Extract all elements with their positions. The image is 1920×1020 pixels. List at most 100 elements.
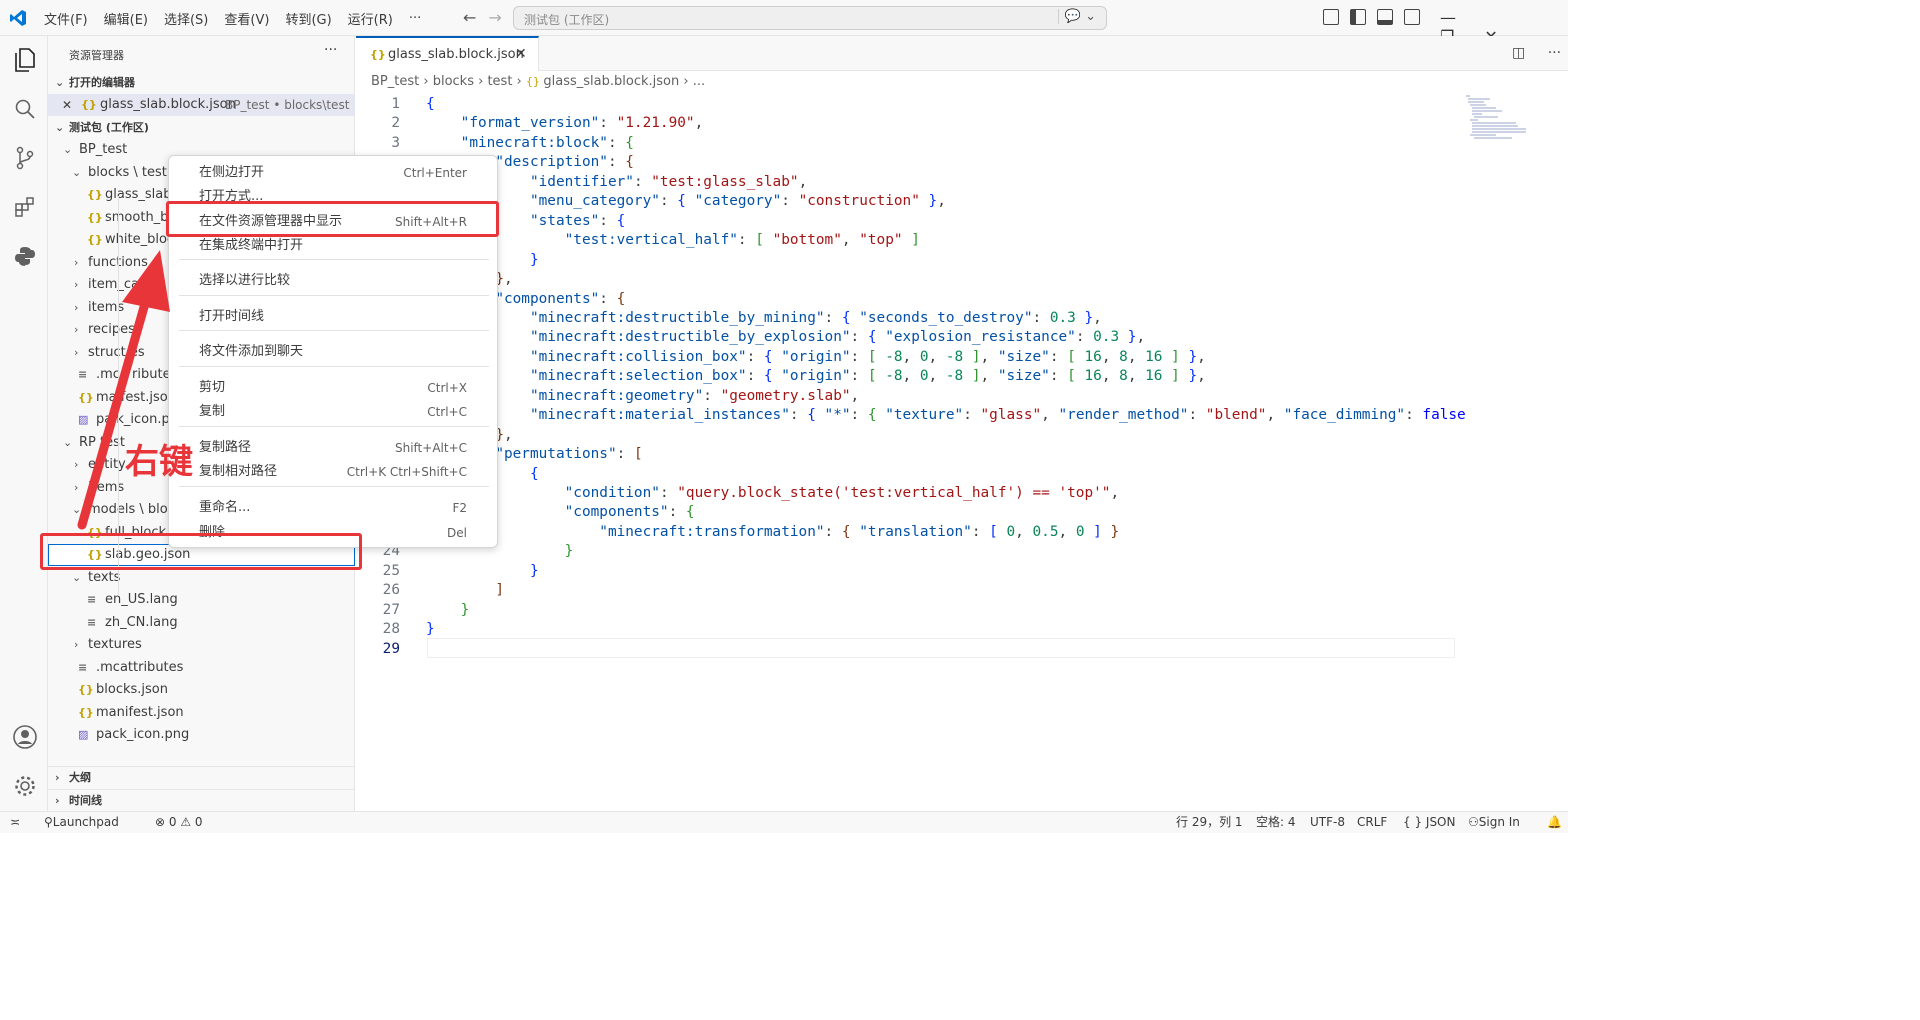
- code-token: :: [1075, 329, 1094, 346]
- highlight-reveal-in-explorer: [166, 201, 499, 237]
- context-menu-item[interactable]: 剪切 Ctrl+X: [173, 376, 493, 400]
- timeline-header[interactable]: › 时间线: [48, 789, 355, 811]
- launchpad-item[interactable]: ⚲ Launchpad: [44, 812, 119, 833]
- remote-icon[interactable]: ≍: [10, 812, 20, 833]
- python-icon[interactable]: [12, 243, 38, 269]
- tree-file[interactable]: ≡ .mcattributes: [48, 657, 355, 679]
- breadcrumb-item[interactable]: test: [487, 74, 512, 89]
- code-token: :: [599, 290, 617, 307]
- context-menu-item[interactable]: 将文件添加到聊天: [173, 340, 493, 364]
- code-token: "condition": [564, 485, 660, 501]
- sidebar-title: 资源管理器: [69, 49, 124, 62]
- menu-item[interactable]: 查看(V): [224, 9, 269, 28]
- workspace-header[interactable]: ⌄ 测试包 (工作区): [48, 117, 355, 139]
- code-line: {: [426, 96, 435, 112]
- code-token: ]: [1084, 523, 1102, 540]
- account-icon[interactable]: [12, 724, 38, 750]
- code-token: [: [1067, 348, 1085, 365]
- menu-bar: 文件(F) 编辑(E) 选择(S) 查看(V) 转到(G) 运行(R) ···: [44, 0, 437, 36]
- tree-file[interactable]: {} blocks.json: [48, 679, 355, 701]
- cursor-position[interactable]: 行 29，列 1: [1176, 812, 1243, 833]
- tab-glass-slab[interactable]: {} glass_slab.block.json ✕: [356, 36, 539, 71]
- tree-file[interactable]: ▨ pack_icon.png: [48, 724, 355, 746]
- menu-item[interactable]: 编辑(E): [104, 9, 148, 28]
- toggle-sidebar-icon[interactable]: [1350, 9, 1366, 25]
- tree-file[interactable]: ≡ en_US.lang: [48, 589, 355, 611]
- code-token: 0: [1075, 523, 1085, 540]
- menu-item[interactable]: 选择(S): [164, 9, 208, 28]
- code-token: ,: [850, 387, 860, 404]
- extensions-icon[interactable]: [12, 194, 38, 220]
- menu-item[interactable]: 文件(F): [44, 9, 88, 28]
- encoding[interactable]: UTF-8: [1310, 812, 1345, 833]
- context-menu-item[interactable]: 复制相对路径 Ctrl+K Ctrl+Shift+C: [173, 460, 493, 484]
- context-menu-item[interactable]: 在侧边打开 Ctrl+Enter: [173, 161, 493, 185]
- context-menu-item[interactable]: 在集成终端中打开: [173, 234, 493, 258]
- toggle-secondary-sidebar-icon[interactable]: [1404, 9, 1420, 25]
- command-center-search[interactable]: 测试包 (工作区) 💬 ⌄: [513, 6, 1107, 30]
- back-icon[interactable]: ←: [463, 8, 476, 27]
- menu-item-shortcut: F2: [452, 501, 467, 515]
- code-token: ]: [495, 582, 504, 599]
- breadcrumb-item[interactable]: glass_slab.block.json: [543, 74, 679, 89]
- line-ending[interactable]: CRLF: [1357, 812, 1387, 833]
- outline-header[interactable]: › 大纲: [48, 766, 355, 788]
- chevron-down-icon: ⌄: [55, 76, 65, 89]
- breadcrumb-item[interactable]: ...: [693, 74, 705, 89]
- code-token: {: [616, 212, 626, 229]
- problems-item[interactable]: ⊗ 0 ⚠ 0: [155, 812, 203, 833]
- chevron-right-icon: ›: [55, 794, 60, 807]
- tree-file[interactable]: ≡ zh_CN.lang: [48, 612, 355, 634]
- context-menu-item[interactable]: 选择以进行比较: [173, 269, 493, 293]
- source-control-icon[interactable]: [12, 145, 38, 171]
- code-token: "face_dimming": [1283, 407, 1406, 424]
- menu-separator: [179, 366, 489, 367]
- toggle-panel-icon[interactable]: [1377, 9, 1393, 25]
- breadcrumb-item[interactable]: BP_test: [371, 74, 419, 89]
- code-token: }: [1179, 368, 1198, 385]
- open-editors-header[interactable]: ⌄ 打开的编辑器: [48, 72, 355, 94]
- close-icon[interactable]: ✕: [62, 94, 72, 116]
- context-menu-item[interactable]: 复制路径 Shift+Alt+C: [173, 436, 493, 460]
- breadcrumb-item[interactable]: blocks: [433, 74, 474, 89]
- code-token: :: [781, 193, 799, 210]
- menu-item-label: 重命名...: [199, 500, 251, 515]
- context-menu-item[interactable]: 打开时间线: [173, 305, 493, 329]
- menu-item[interactable]: 运行(R): [348, 9, 393, 28]
- minimize-icon[interactable]: —: [1440, 8, 1456, 27]
- minimap[interactable]: [1456, 94, 1536, 144]
- chevron-right-icon: ›: [55, 771, 60, 784]
- language-mode[interactable]: { } JSON: [1403, 812, 1455, 833]
- split-editor-icon[interactable]: ◫: [1512, 45, 1525, 61]
- notifications-icon[interactable]: 🔔: [1547, 812, 1562, 833]
- tree-folder[interactable]: › textures: [48, 634, 355, 656]
- menu-item[interactable]: 转到(G): [285, 9, 331, 28]
- open-editor-item[interactable]: ✕ {} glass_slab.block.json BP_test • blo…: [48, 94, 355, 116]
- editor-actions: ◫ ···: [1512, 45, 1561, 61]
- code-token: :: [850, 368, 868, 385]
- code-token: :: [746, 348, 764, 365]
- settings-gear-icon[interactable]: [12, 773, 38, 799]
- line-number: 27: [382, 601, 400, 618]
- chat-icon[interactable]: 💬 ⌄: [1057, 9, 1096, 24]
- code-token: [: [989, 523, 1007, 540]
- indentation[interactable]: 空格: 4: [1256, 812, 1296, 833]
- code-token: }: [529, 251, 539, 268]
- menu-item[interactable]: ···: [409, 11, 421, 26]
- more-actions-icon[interactable]: ···: [1548, 45, 1561, 61]
- sign-in-item[interactable]: ⚇ Sign In: [1468, 812, 1520, 833]
- context-menu-item[interactable]: 重命名... F2: [173, 496, 493, 520]
- customize-layout-icon[interactable]: [1323, 9, 1339, 25]
- code-token: ,: [902, 348, 920, 365]
- code-token: ,: [503, 271, 513, 288]
- code-token: 0: [1006, 523, 1016, 540]
- search-icon[interactable]: [12, 96, 38, 122]
- close-tab-icon[interactable]: ✕: [515, 38, 527, 71]
- code-token: :: [1405, 407, 1423, 424]
- context-menu-item[interactable]: 复制 Ctrl+C: [173, 400, 493, 424]
- more-actions-icon[interactable]: ···: [324, 42, 337, 58]
- explorer-icon[interactable]: [12, 47, 38, 73]
- forward-icon[interactable]: →: [488, 8, 501, 27]
- tree-file[interactable]: {} manifest.json: [48, 702, 355, 724]
- code-token: ]: [902, 232, 920, 249]
